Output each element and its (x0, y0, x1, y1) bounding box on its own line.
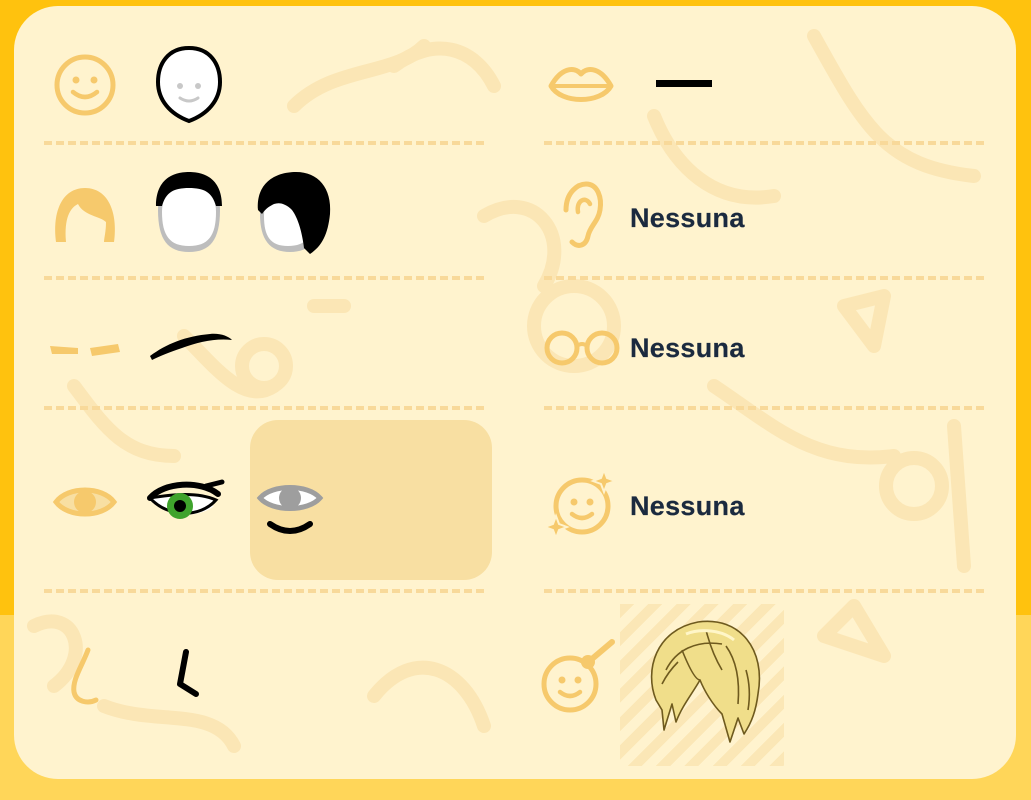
divider-left-1 (44, 141, 484, 145)
face-shape-white-option[interactable] (152, 44, 226, 126)
makeup-value: Nessuna (630, 491, 745, 521)
glasses-icon (544, 330, 620, 366)
divider-left-3 (44, 406, 484, 410)
smiley-face-icon (54, 54, 116, 116)
eyebrows-icon (50, 344, 120, 356)
nose-black-option[interactable] (166, 646, 206, 702)
blonde-wig-option[interactable] (626, 610, 776, 760)
hair-icon (55, 188, 115, 242)
lips-icon (548, 67, 614, 102)
glasses-value: Nessuna (630, 333, 745, 363)
eyebrow-black-option[interactable] (146, 326, 236, 362)
nose-icon (71, 647, 99, 705)
mouth-line-option[interactable] (656, 80, 712, 87)
hair-short-black-option[interactable] (152, 170, 226, 258)
divider-right-3 (544, 406, 984, 410)
hair-bob-black-option[interactable] (252, 170, 336, 258)
divider-right-1 (544, 141, 984, 145)
divider-right-2 (544, 276, 984, 280)
divider-right-4 (544, 589, 984, 593)
customization-panel: Nessuna Nessuna Nessuna (14, 6, 1016, 779)
ear-icon (563, 181, 603, 248)
wand-face-icon (541, 639, 615, 713)
ears-value: Nessuna (630, 203, 745, 233)
divider-left-4 (44, 589, 484, 593)
eye-green-option[interactable] (144, 476, 226, 526)
sparkle-face-icon (544, 467, 618, 541)
eye-icon (52, 487, 118, 517)
divider-left-2 (44, 276, 484, 280)
eye-gray-selected-option[interactable] (254, 476, 326, 544)
